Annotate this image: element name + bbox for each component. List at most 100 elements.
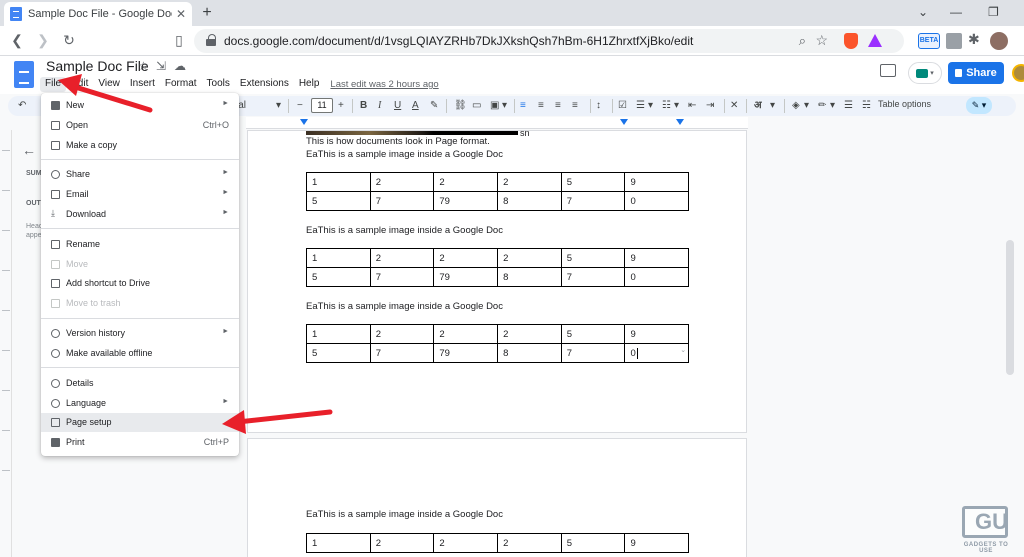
caret-down-icon[interactable]: ▾ [804,99,809,113]
left-indent-marker[interactable] [300,119,308,125]
data-table[interactable]: 1 2 2 2 5 9 5 7 79 8 7 0 ⌄ [306,324,690,363]
align-center-icon[interactable]: ≡ [538,99,544,113]
table-cell[interactable]: 5 [560,533,626,553]
table-cell[interactable]: 2 [497,533,562,553]
menu-item-rename[interactable]: Rename [41,235,239,254]
comments-icon[interactable] [880,64,896,77]
menu-format[interactable]: Format [160,77,202,92]
share-button[interactable]: Share [948,62,1004,84]
table-cell[interactable]: 9 [624,324,690,344]
brave-shield-icon[interactable] [844,33,858,49]
new-tab-icon[interactable]: + [198,4,216,22]
table-cell[interactable]: 7 [369,191,435,211]
brave-rewards-icon[interactable] [868,34,882,47]
table-cell[interactable]: 2 [433,172,499,192]
numbered-list-icon[interactable]: ☷ [662,99,671,113]
table-cell[interactable]: 5 [560,324,626,344]
table-cell[interactable]: 1 [306,172,371,192]
menu-view[interactable]: View [93,77,125,92]
caret-down-icon[interactable]: ▾ [276,99,281,113]
menu-item-make-a-copy[interactable]: Make a copy [41,136,239,155]
table-cell[interactable]: 8 [497,267,562,287]
table-cell[interactable]: 1 [306,248,371,268]
back-icon[interactable]: ❮ [8,32,26,49]
table-cell[interactable]: 7 [369,267,435,287]
minimize-icon[interactable]: — [950,5,962,19]
menu-item-details[interactable]: Details [41,374,239,393]
table-cell[interactable]: 79 [433,343,499,363]
menu-item-version-history[interactable]: Version history ► [41,324,239,343]
table-cell[interactable]: 7 [560,343,626,363]
table-cell[interactable]: 8 [497,191,562,211]
table-cell[interactable]: 2 [369,172,435,192]
editing-mode-button[interactable]: ✎ ▾ [966,97,992,114]
table-cell[interactable]: 7 [560,191,626,211]
decrease-indent-icon[interactable]: ⇤ [688,99,696,113]
table-cell[interactable]: 5 [306,191,371,211]
url-input[interactable]: docs.google.com/document/d/1vsgLQIAYZRHb… [194,29,904,53]
highlight-icon[interactable]: ✎ [430,99,438,113]
table-cell[interactable]: 9 [624,248,690,268]
document-image[interactable] [306,131,518,135]
table-cell[interactable]: 2 [497,324,562,344]
back-arrow-icon[interactable]: ← [22,142,36,158]
table-cell[interactable]: 9 [624,172,690,192]
zoom-icon[interactable]: ⌕ [799,33,806,49]
caret-down-icon[interactable]: ▾ [674,99,679,113]
caret-down-icon[interactable]: ▾ [648,99,653,113]
reload-icon[interactable]: ↻ [60,32,78,49]
tab-stop-marker[interactable] [620,119,628,125]
menu-item-add-shortcut[interactable]: Add shortcut to Drive [41,274,239,293]
clear-formatting-icon[interactable]: ✕ [730,99,738,113]
menu-help[interactable]: Help [294,77,325,92]
table-cell[interactable]: 0 [624,191,690,211]
menu-item-open[interactable]: Open Ctrl+O [41,116,239,135]
star-icon[interactable]: ☆ [138,59,149,73]
table-cell[interactable]: 79 [433,191,499,211]
table-cell[interactable]: 79 [433,267,499,287]
document-title[interactable]: Sample Doc File [46,58,149,74]
menu-edit[interactable]: Edit [66,77,93,92]
caret-down-icon[interactable]: ▾ [502,99,507,113]
table-cell[interactable]: 1 [306,533,371,553]
checklist-icon[interactable]: ☑ [618,99,627,113]
justify-icon[interactable]: ≡ [572,99,578,113]
menu-item-download[interactable]: ⤓ Download ► [41,205,239,224]
menu-item-print[interactable]: Print Ctrl+P [41,433,239,452]
text-color-icon[interactable]: A [412,99,419,113]
menu-tools[interactable]: Tools [202,77,235,92]
table-cell[interactable]: 5 [306,343,371,363]
table-cell[interactable]: 5 [306,267,371,287]
account-avatar[interactable] [1012,64,1024,82]
forward-icon[interactable]: ❯ [34,32,52,49]
menu-extensions[interactable]: Extensions [235,77,294,92]
menu-file[interactable]: File [40,77,67,92]
lock-icon[interactable] [206,34,216,46]
document-scrollbar[interactable] [1004,130,1016,557]
horizontal-ruler[interactable] [246,117,748,129]
font-size-input[interactable]: 11 [311,98,333,113]
move-folder-icon[interactable]: ⇲ [156,59,166,73]
table-cell[interactable]: 2 [369,533,435,553]
table-cell[interactable]: 7 [369,343,435,363]
link-icon[interactable]: ⛓ [454,99,467,113]
image-extension-icon[interactable] [946,33,962,49]
border-width-icon[interactable]: ☰ [844,99,853,113]
italic-icon[interactable]: I [378,99,381,113]
table-cell[interactable]: 2 [433,248,499,268]
table-cell[interactable]: 2 [433,533,499,553]
tab-stop-marker[interactable] [676,119,684,125]
document-page[interactable]: EaThis is a sample image inside a Google… [247,438,747,557]
caret-down-icon[interactable]: ▾ [830,99,835,113]
document-page[interactable]: sn This is how documents look in Page fo… [247,130,747,433]
cell-menu-icon[interactable]: ⌄ [680,346,686,354]
active-table-cell[interactable]: 0 ⌄ [624,343,690,363]
chevron-down-icon[interactable]: ⌄ [918,5,928,19]
bold-icon[interactable]: B [360,99,367,113]
table-cell[interactable]: 1 [306,324,371,344]
beta-extension-icon[interactable]: BETA [918,33,940,49]
table-cell[interactable]: 7 [560,267,626,287]
browser-tab[interactable]: Sample Doc File - Google Docs ✕ [4,2,192,26]
menu-item-move[interactable]: Move [41,255,239,274]
extensions-puzzle-icon[interactable]: ✱ [968,31,980,48]
